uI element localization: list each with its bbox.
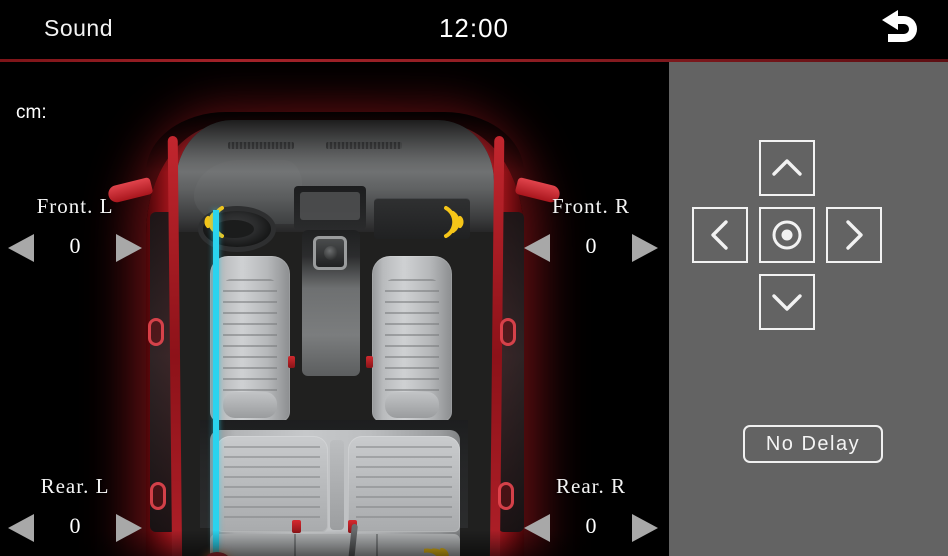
rear-right-increment-button[interactable] — [632, 514, 658, 542]
front-right-increment-button[interactable] — [632, 234, 658, 262]
measure-line-vertical — [213, 210, 219, 556]
control-stepper: 0 — [0, 507, 150, 547]
gear-shifter-knob — [324, 246, 338, 260]
control-label: Front. R — [551, 194, 630, 218]
front-right-speaker-waves — [438, 202, 472, 242]
clock: 12:00 — [438, 13, 510, 43]
rear-right-speaker-waves — [424, 540, 458, 556]
car-cabin — [176, 120, 494, 556]
seatbelt-clip — [288, 356, 295, 368]
rear-seatbelt-clip — [292, 520, 301, 533]
rear-center-seatback — [330, 440, 344, 530]
control-front-left: Front. L 0 — [0, 194, 150, 267]
seat-ribs — [222, 279, 278, 403]
target-center-icon — [772, 220, 802, 250]
center-reset-button[interactable] — [759, 207, 815, 263]
front-left-headrest — [223, 392, 277, 418]
no-delay-button[interactable]: No Delay — [743, 425, 883, 463]
move-down-button[interactable] — [759, 274, 815, 330]
control-rear-left: Rear. L 0 — [0, 474, 150, 547]
control-rear-right: Rear. R 0 — [516, 474, 666, 547]
rear-cushion-seam — [294, 534, 296, 556]
front-right-headrest — [385, 392, 439, 418]
rear-left-increment-button[interactable] — [116, 514, 142, 542]
move-up-button[interactable] — [759, 140, 815, 196]
door-handle — [498, 482, 514, 510]
back-arrow-icon[interactable] — [858, 8, 920, 52]
car-diagram-stage: cm: Front. L 0 Front. R 0 Rear. L 0 Rear… — [0, 62, 669, 556]
rear-right-seatback — [348, 436, 460, 532]
rear-cushion — [210, 534, 460, 556]
control-front-right: Front. R 0 — [516, 194, 666, 267]
door-handle — [148, 318, 164, 346]
rear-left-seatback — [216, 436, 328, 532]
seat-ribs — [356, 446, 452, 522]
sound-settings-screen: Sound 12:00 cm: Front. L 0 Front. R 0 Re… — [0, 0, 948, 556]
unit-label: cm: — [16, 102, 47, 123]
control-stepper: 0 — [516, 227, 666, 267]
seatbelt-clip — [366, 356, 373, 368]
door-handle — [500, 318, 516, 346]
control-stepper: 0 — [0, 227, 150, 267]
seat-ribs — [224, 446, 320, 522]
control-label: Rear. L — [40, 474, 110, 498]
move-left-button[interactable] — [692, 207, 748, 263]
position-dpad — [692, 140, 882, 330]
front-left-increment-button[interactable] — [116, 234, 142, 262]
control-label: Rear. R — [556, 474, 626, 498]
hood-shadow — [146, 112, 524, 172]
move-right-button[interactable] — [826, 207, 882, 263]
door-handle — [150, 482, 166, 510]
center-stack-knobs — [300, 192, 360, 220]
control-stepper: 0 — [516, 507, 666, 547]
right-control-panel: No Delay — [669, 62, 948, 556]
seat-ribs — [384, 279, 440, 403]
title-bar: Sound 12:00 — [0, 0, 948, 62]
rear-cushion-seam — [376, 534, 378, 556]
control-label: Front. L — [36, 194, 114, 218]
